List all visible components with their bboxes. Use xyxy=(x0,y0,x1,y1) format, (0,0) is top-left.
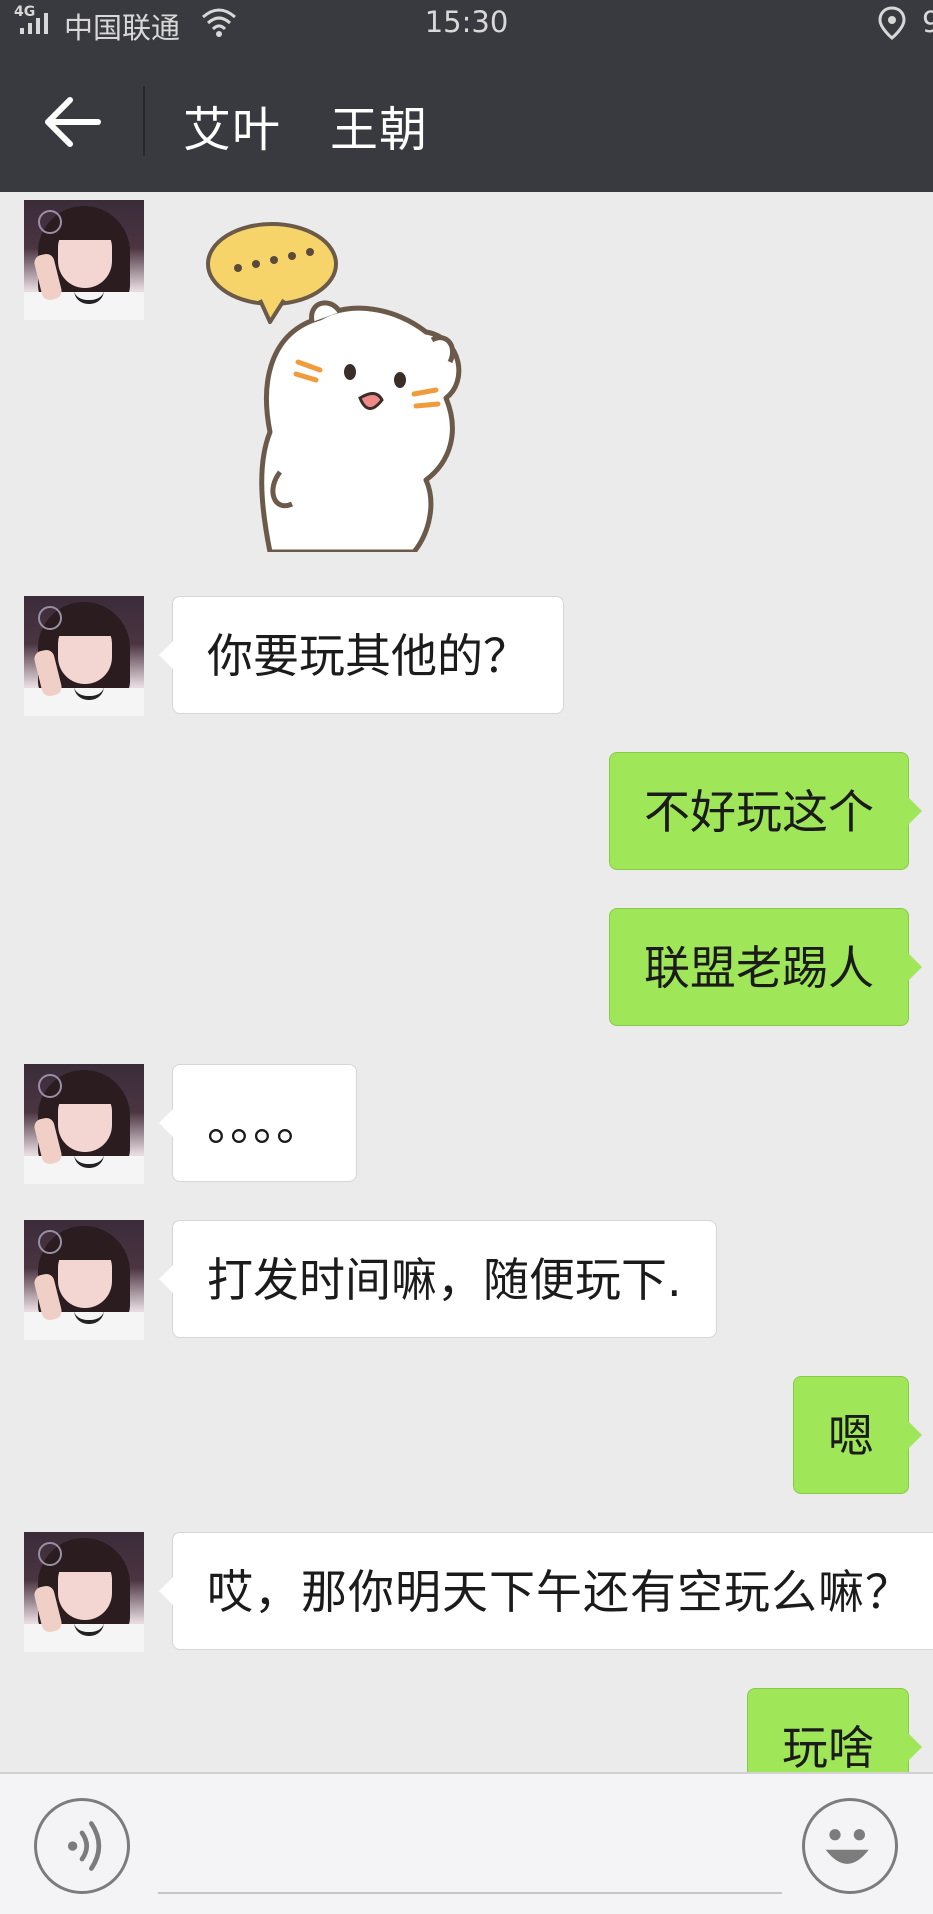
emoji-button[interactable] xyxy=(802,1798,898,1894)
back-arrow-icon[interactable] xyxy=(36,86,108,158)
input-bar xyxy=(0,1772,933,1914)
location-icon xyxy=(878,6,906,40)
message-bubble-outgoing[interactable]: 联盟老踢人 xyxy=(609,908,922,1026)
voice-icon xyxy=(67,1821,102,1871)
contact-avatar[interactable] xyxy=(24,596,144,716)
header-divider xyxy=(143,86,145,156)
contact-avatar[interactable] xyxy=(24,1532,144,1652)
contact-avatar[interactable] xyxy=(24,1064,144,1184)
battery-level: 9 xyxy=(922,5,933,39)
message-bubble-incoming[interactable]: 打发时间嘛，随便玩下. xyxy=(159,1220,717,1338)
voice-button[interactable] xyxy=(34,1798,130,1894)
message-bubble-incoming[interactable]: 你要玩其他的？ xyxy=(159,596,564,714)
chat-title: 艾叶 王朝 xyxy=(183,102,429,158)
contact-avatar[interactable] xyxy=(24,200,144,320)
chat-area[interactable]: 你要玩其他的？ 不好玩这个 联盟老踢人 。。。。 打发时间嘛，随便玩下. 嗯 哎… xyxy=(0,192,933,1772)
message-bubble-incoming[interactable]: 。。。。 xyxy=(159,1064,357,1182)
message-bubble-outgoing[interactable]: 不好玩这个 xyxy=(609,752,922,870)
cat-sticker[interactable] xyxy=(200,222,500,552)
top-bar: 4G 中国联通 15:30 9 艾叶 王朝 xyxy=(0,0,933,192)
status-bar: 4G 中国联通 15:30 9 xyxy=(0,0,933,48)
message-bubble-outgoing[interactable]: 玩啥 xyxy=(747,1688,922,1772)
contact-avatar[interactable] xyxy=(24,1220,144,1340)
message-input[interactable] xyxy=(158,1810,782,1894)
emoji-icon xyxy=(825,1829,869,1864)
clock: 15:30 xyxy=(424,5,509,39)
message-bubble-outgoing[interactable]: 嗯 xyxy=(793,1376,922,1494)
message-bubble-incoming[interactable]: 哎，那你明天下午还有空玩么嘛？ xyxy=(159,1532,933,1650)
